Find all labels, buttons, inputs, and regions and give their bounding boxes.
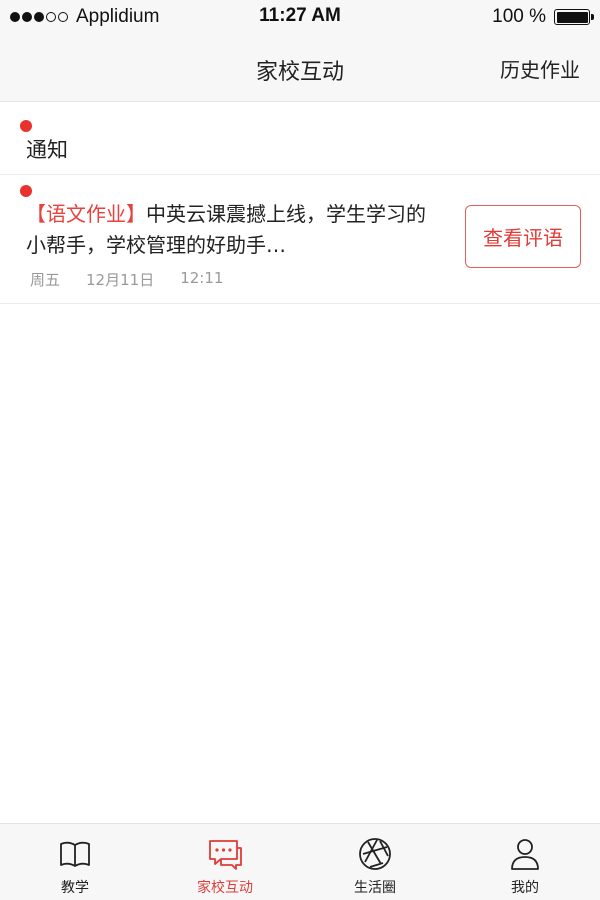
tab-bar: 教学 家校互动 生活圈 我的	[0, 823, 600, 900]
status-bar: Applidium 11:27 AM 100 %	[0, 0, 600, 34]
notice-section-header: 通知	[0, 103, 600, 175]
signal-dot	[46, 12, 56, 22]
notice-date: 12月11日	[86, 271, 155, 289]
book-icon	[60, 841, 90, 867]
signal-dot	[10, 12, 20, 22]
navigation-bar: 家校互动 历史作业	[0, 34, 600, 102]
battery-status: 100 %	[492, 6, 594, 28]
tab-label: 生活圈	[354, 880, 396, 896]
tab-label: 教学	[61, 880, 89, 896]
section-title: 通知	[26, 138, 68, 162]
user-icon	[511, 839, 539, 870]
battery-percent: 100 %	[492, 6, 546, 27]
notice-day: 周五	[30, 271, 61, 289]
list-item[interactable]: 【语文作业】中英云课震撼上线，学生学习的小帮手，学校管理的好助手… 周五 12月…	[0, 175, 600, 304]
tab-label: 我的	[511, 880, 539, 896]
notice-meta: 周五 12月11日 12:11	[30, 269, 223, 290]
signal-dot	[22, 12, 32, 22]
tab-teaching[interactable]: 教学	[0, 824, 150, 900]
battery-fill	[556, 11, 588, 23]
tab-life-circle[interactable]: 生活圈	[300, 824, 450, 900]
signal-strength-icon	[10, 12, 68, 22]
history-homework-button[interactable]: 历史作业	[500, 54, 580, 83]
unread-dot-icon	[20, 185, 32, 197]
view-comments-button[interactable]: 查看评语	[465, 205, 581, 268]
battery-icon	[554, 9, 594, 25]
notice-text: 【语文作业】中英云课震撼上线，学生学习的小帮手，学校管理的好助手…	[26, 199, 426, 261]
chat-icon	[209, 840, 242, 870]
unread-dot-icon	[20, 120, 32, 132]
signal-dot	[34, 12, 44, 22]
notice-tag: 【语文作业】	[26, 202, 146, 226]
tab-mine[interactable]: 我的	[450, 824, 600, 900]
tab-home-school[interactable]: 家校互动	[150, 824, 300, 900]
signal-dot	[58, 12, 68, 22]
tab-label: 家校互动	[197, 880, 253, 896]
carrier-name: Applidium	[76, 6, 160, 27]
aperture-icon	[359, 838, 391, 870]
notice-time: 12:11	[180, 269, 224, 287]
